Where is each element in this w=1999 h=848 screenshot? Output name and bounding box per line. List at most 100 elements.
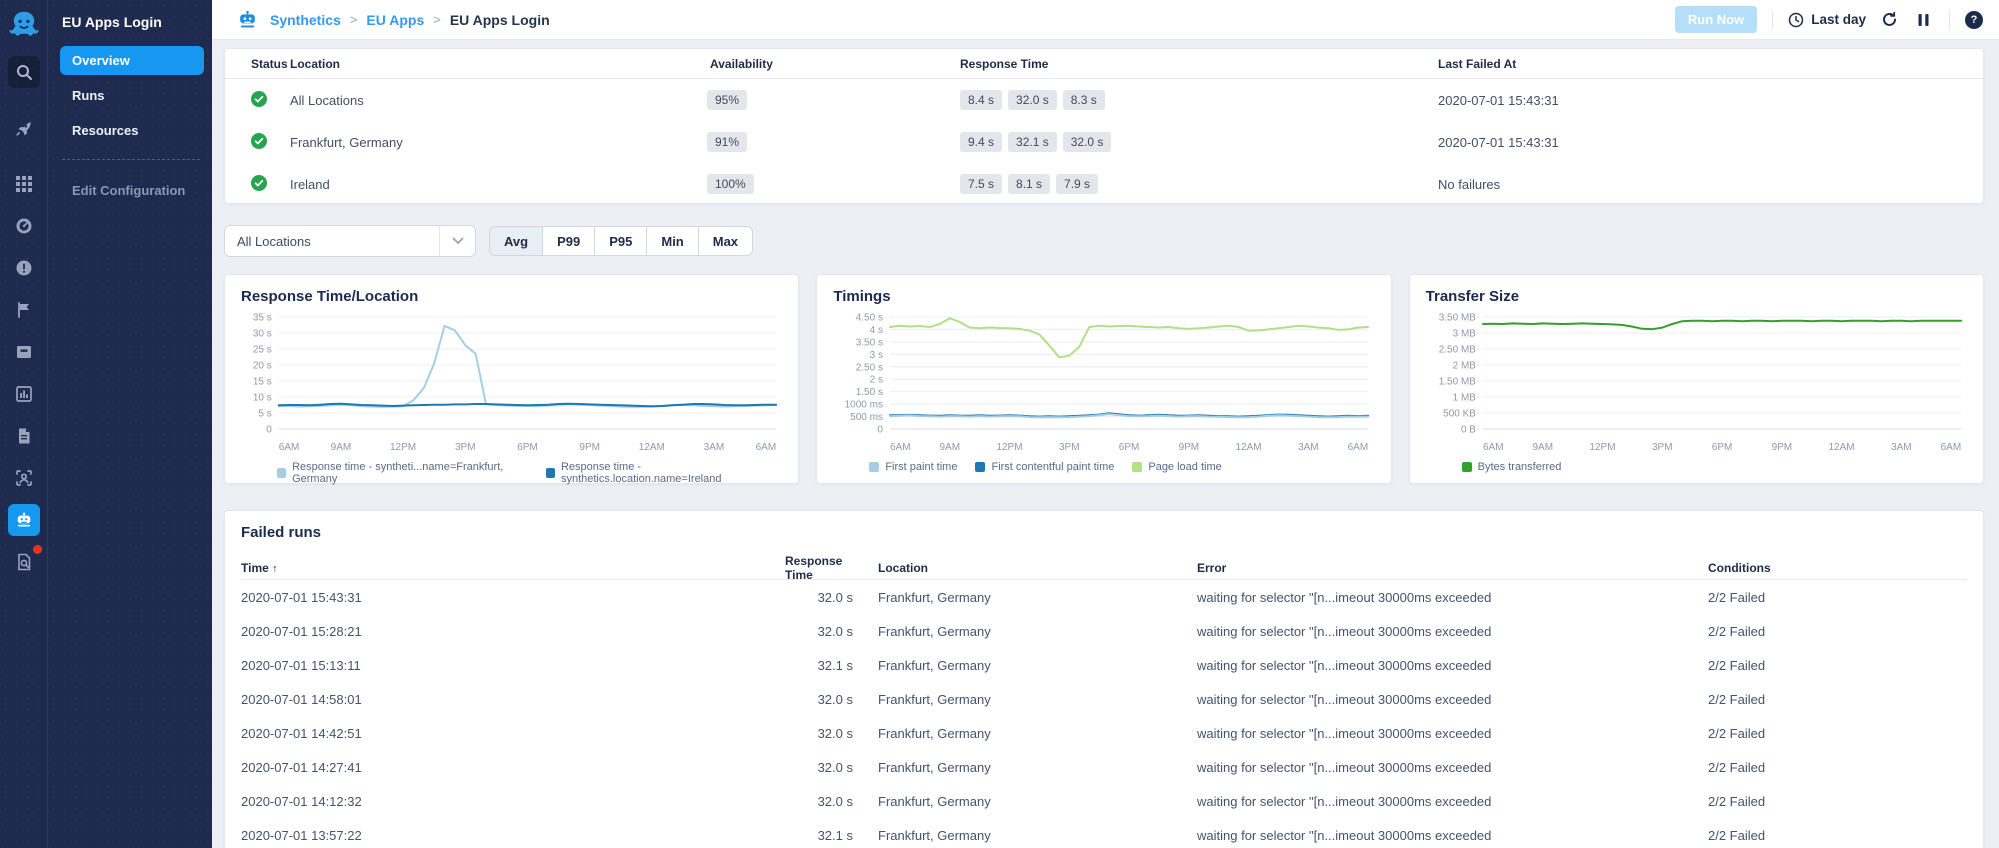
sidebar-item-runs[interactable]: Runs <box>60 81 204 110</box>
failed-run-row[interactable]: 2020-07-01 15:13:11 32.1 s Frankfurt, Ge… <box>241 648 1967 682</box>
location-select[interactable]: All Locations <box>224 225 476 257</box>
chart-legend: Response time - syntheti...name=Frankfur… <box>277 461 782 485</box>
run-now-button[interactable]: Run Now <box>1675 6 1757 33</box>
docs-icon[interactable] <box>8 420 40 452</box>
status-ok-icon <box>251 175 267 194</box>
sidebar-item-resources[interactable]: Resources <box>60 116 204 145</box>
monitor-sidebar: EU Apps Login Overview Runs Resources Ed… <box>48 0 212 848</box>
svg-text:0 B: 0 B <box>1461 425 1476 436</box>
sidebar-item-edit-configuration[interactable]: Edit Configuration <box>60 176 204 205</box>
breadcrumb-synthetics[interactable]: Synthetics <box>270 12 341 28</box>
refresh-icon[interactable] <box>1878 9 1900 31</box>
failed-run-error: waiting for selector "[n...imeout 30000m… <box>1197 624 1708 639</box>
help-icon[interactable]: ? <box>1965 11 1983 29</box>
failed-run-time: 2020-07-01 14:58:01 <box>241 692 785 707</box>
failed-run-conditions: 2/2 Failed <box>1708 658 1967 673</box>
profile-scan-icon[interactable] <box>8 462 40 494</box>
failed-runs-title: Failed runs <box>241 524 1967 541</box>
status-table-row[interactable]: Ireland 100% 7.5 s8.1 s7.9 s No failures <box>225 163 1983 205</box>
legend-item: First contentful paint time <box>975 461 1114 473</box>
time-range-picker[interactable]: Last day <box>1788 12 1866 28</box>
svg-text:35 s: 35 s <box>253 313 272 324</box>
svg-text:6PM: 6PM <box>1119 442 1140 453</box>
topbar-divider <box>1772 10 1773 30</box>
sidebar-item-overview[interactable]: Overview <box>60 46 204 75</box>
failed-run-time: 2020-07-01 15:13:11 <box>241 658 785 673</box>
svg-text:500 ms: 500 ms <box>850 412 883 423</box>
availability-badge: 95% <box>707 90 747 110</box>
legend-label: Page load time <box>1148 461 1221 473</box>
col-response-time: Response Time <box>957 57 1435 71</box>
failed-run-response-time: 32.0 s <box>785 760 871 775</box>
failed-run-response-time: 32.0 s <box>785 624 871 639</box>
failed-run-conditions: 2/2 Failed <box>1708 760 1967 775</box>
chart-legend: Bytes transferred <box>1462 461 1967 473</box>
metric-button-avg[interactable]: Avg <box>489 226 543 256</box>
svg-text:12AM: 12AM <box>639 442 665 453</box>
svg-text:3.50 s: 3.50 s <box>856 337 883 348</box>
legend-label: First paint time <box>885 461 957 473</box>
transfer-size-chart-card: Transfer Size 0 B500 KB1 MB1.50 MB2 MB2.… <box>1409 274 1984 484</box>
failed-run-row[interactable]: 2020-07-01 14:12:32 32.0 s Frankfurt, Ge… <box>241 784 1967 818</box>
failed-run-conditions: 2/2 Failed <box>1708 590 1967 605</box>
monitor-title: EU Apps Login <box>60 10 204 46</box>
synthetics-robot-icon[interactable] <box>8 504 40 536</box>
failed-run-location: Frankfurt, Germany <box>871 726 1197 741</box>
breadcrumb-eu-apps[interactable]: EU Apps <box>366 12 424 28</box>
apps-grid-icon[interactable] <box>8 168 40 200</box>
search-icon[interactable] <box>8 56 40 88</box>
status-summary-card: Status Location Availability Response Ti… <box>224 48 1984 204</box>
failed-run-error: waiting for selector "[n...imeout 30000m… <box>1197 726 1708 741</box>
pause-icon[interactable] <box>1912 9 1934 31</box>
svg-text:12PM: 12PM <box>997 442 1023 453</box>
failed-run-response-time: 32.0 s <box>785 794 871 809</box>
failed-run-row[interactable]: 2020-07-01 13:57:22 32.1 s Frankfurt, Ge… <box>241 818 1967 848</box>
failed-run-error: waiting for selector "[n...imeout 30000m… <box>1197 590 1708 605</box>
failed-run-row[interactable]: 2020-07-01 14:58:01 32.0 s Frankfurt, Ge… <box>241 682 1967 716</box>
legend-label: First contentful paint time <box>991 461 1114 473</box>
failed-run-time: 2020-07-01 14:12:32 <box>241 794 785 809</box>
failed-run-row[interactable]: 2020-07-01 14:27:41 32.0 s Frankfurt, Ge… <box>241 750 1967 784</box>
breadcrumb-separator: > <box>350 12 358 27</box>
failed-run-conditions: 2/2 Failed <box>1708 692 1967 707</box>
app-root: EU Apps Login Overview Runs Resources Ed… <box>0 0 1999 848</box>
svg-text:3AM: 3AM <box>1298 442 1319 453</box>
response-time-badge: 32.0 s <box>1063 132 1112 152</box>
status-table-row[interactable]: Frankfurt, Germany 91% 9.4 s32.1 s32.0 s… <box>225 121 1983 163</box>
metric-button-min[interactable]: Min <box>647 226 698 256</box>
metric-button-max[interactable]: Max <box>699 226 753 256</box>
flags-icon[interactable] <box>8 294 40 326</box>
dashboard-gauge-icon[interactable] <box>8 210 40 242</box>
col-time-sortable[interactable]: Time ↑ <box>241 561 785 575</box>
response-time-badge: 7.5 s <box>960 174 1002 194</box>
legend-swatch-icon <box>975 462 985 472</box>
status-table-row[interactable]: All Locations 95% 8.4 s32.0 s8.3 s 2020-… <box>225 79 1983 121</box>
legend-swatch-icon <box>1132 462 1142 472</box>
inbox-icon[interactable] <box>8 336 40 368</box>
failed-run-conditions: 2/2 Failed <box>1708 828 1967 843</box>
svg-text:9PM: 9PM <box>1179 442 1200 453</box>
reports-chart-icon[interactable] <box>8 378 40 410</box>
sidebar-divider <box>62 159 200 160</box>
col-conditions: Conditions <box>1708 561 1967 575</box>
failed-run-conditions: 2/2 Failed <box>1708 624 1967 639</box>
failed-run-row[interactable]: 2020-07-01 15:28:21 32.0 s Frankfurt, Ge… <box>241 614 1967 648</box>
rocket-icon[interactable] <box>8 112 40 144</box>
failed-run-time: 2020-07-01 13:57:22 <box>241 828 785 843</box>
failed-run-time: 2020-07-01 14:42:51 <box>241 726 785 741</box>
metric-button-p99[interactable]: P99 <box>543 226 595 256</box>
svg-text:9PM: 9PM <box>579 442 600 453</box>
legend-label: Response time - synthetics.location.name… <box>561 461 782 485</box>
failed-run-location: Frankfurt, Germany <box>871 760 1197 775</box>
status-location: Ireland <box>287 177 707 192</box>
failed-run-error: waiting for selector "[n...imeout 30000m… <box>1197 692 1708 707</box>
alerts-icon[interactable] <box>8 252 40 284</box>
checkly-logo-icon[interactable] <box>7 8 41 42</box>
failed-run-row[interactable]: 2020-07-01 15:43:31 32.0 s Frankfurt, Ge… <box>241 580 1967 614</box>
metric-button-p95[interactable]: P95 <box>595 226 647 256</box>
failed-run-row[interactable]: 2020-07-01 14:42:51 32.0 s Frankfurt, Ge… <box>241 716 1967 750</box>
response-time-chart-card: Response Time/Location 05 s10 s15 s20 s2… <box>224 274 799 484</box>
audit-log-icon[interactable] <box>8 546 40 578</box>
response-time-chart: 05 s10 s15 s20 s25 s30 s35 s6AM9AM12PM3P… <box>241 309 782 459</box>
chart-title: Response Time/Location <box>241 288 782 305</box>
